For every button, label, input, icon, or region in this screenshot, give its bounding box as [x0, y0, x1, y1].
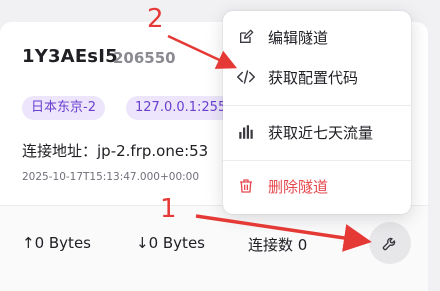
- annotation-marker-1: 1: [160, 194, 177, 224]
- annotation-arrows: [167, 34, 372, 252]
- annotation-marker-2: 2: [147, 4, 164, 34]
- annotation-arrow-2: [167, 34, 238, 69]
- annotation-arrow-1: [195, 214, 372, 252]
